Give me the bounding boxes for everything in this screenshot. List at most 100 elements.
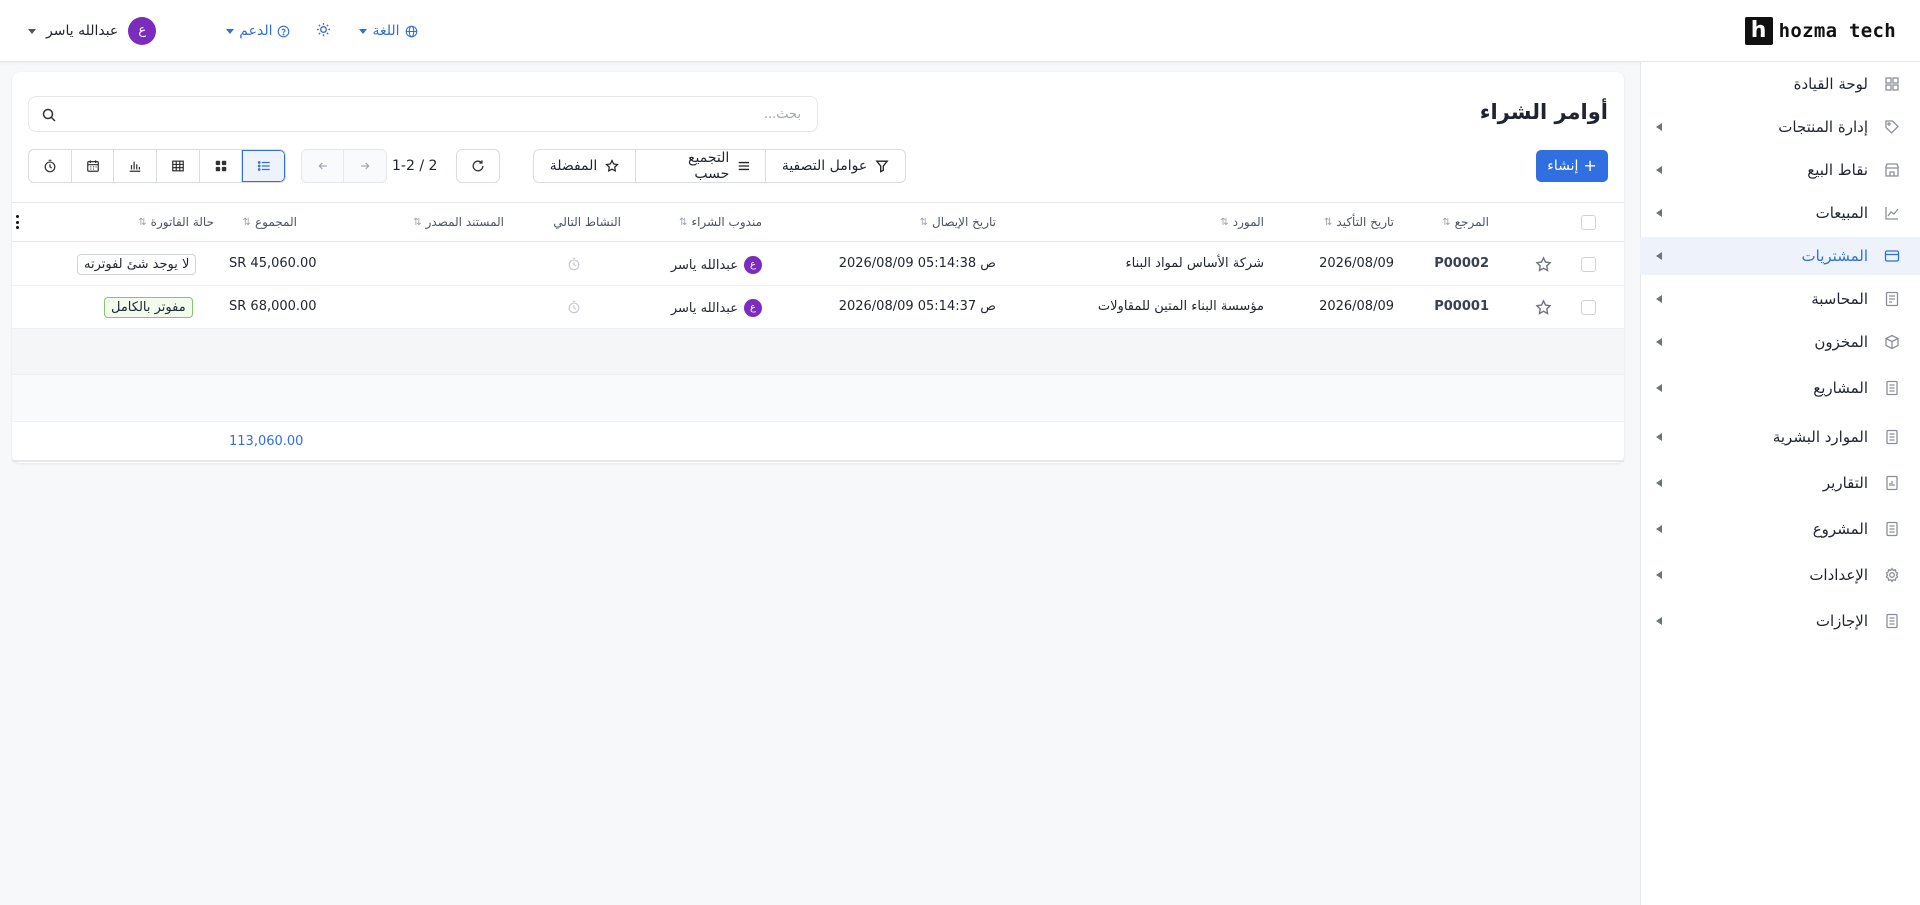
globe-icon <box>405 25 417 37</box>
caret-left-icon <box>1656 525 1662 533</box>
logo-mark: h <box>1744 17 1773 45</box>
calendar-icon <box>86 160 99 172</box>
row-checkbox[interactable] <box>1581 300 1596 315</box>
col-vendor[interactable]: المورد ⇅ <box>1220 215 1264 229</box>
sidebar-item-settings[interactable]: الإعدادات <box>1640 556 1920 594</box>
search-input[interactable] <box>77 97 817 131</box>
user-menu[interactable]: عبدالله ياسر ع <box>28 17 157 45</box>
sidebar-item-project[interactable]: المشروع <box>1640 510 1920 548</box>
favorites-button[interactable]: المفضلة <box>534 150 635 182</box>
cell-delivery-date: 2026/08/09 05:14:38 ص <box>838 256 996 271</box>
sidebar-item-label: المشاريع <box>1813 379 1868 397</box>
sidebar-item-label: إدارة المنتجات <box>1778 118 1868 136</box>
sidebar-item-hr[interactable]: الموارد البشرية <box>1640 418 1920 456</box>
prev-page-button[interactable] <box>302 150 345 182</box>
brand-logo[interactable]: h hozma tech <box>1744 17 1896 45</box>
language-label: اللغة <box>372 23 400 39</box>
view-pivot[interactable] <box>157 150 200 182</box>
sidebar-item-label: المبيعات <box>1815 204 1868 222</box>
star-icon[interactable] <box>1535 256 1552 273</box>
group-by-label: التجميع حسب <box>688 150 730 182</box>
next-page-button[interactable] <box>344 150 386 182</box>
sidebar-item-label: المخزون <box>1814 333 1868 351</box>
caret-left-icon <box>1656 479 1662 487</box>
buyer-name: عبدالله ياسر <box>670 300 738 316</box>
top-actions: عبدالله ياسر ع الدعم اللغة <box>28 17 418 45</box>
column-options-icon[interactable] <box>16 215 20 229</box>
group-by-button[interactable]: التجميع حسب <box>635 150 765 182</box>
col-label: تاريخ التأكيد <box>1336 215 1394 229</box>
star-icon <box>605 159 620 173</box>
sun-icon <box>317 22 331 36</box>
view-list[interactable] <box>242 150 285 182</box>
pager-text: 1-2 / 2 <box>392 158 438 174</box>
sidebar-item-inventory[interactable]: المخزون <box>1640 323 1920 361</box>
create-button[interactable]: + إنشاء <box>1536 150 1608 182</box>
sidebar-item-projects[interactable]: المشاريع <box>1640 369 1920 407</box>
view-activity[interactable] <box>29 150 72 182</box>
col-total[interactable]: المجموع ⇅ <box>243 215 297 229</box>
col-confirm-date[interactable]: تاريخ التأكيد ⇅ <box>1324 215 1394 229</box>
row-checkbox[interactable] <box>1581 257 1596 272</box>
cell-confirm-date: 2026/08/09 <box>1319 299 1394 314</box>
sidebar-item-accounting[interactable]: المحاسبة <box>1640 280 1920 318</box>
ledger-icon <box>1882 289 1902 309</box>
sidebar-item-dashboard[interactable]: لوحة القيادة <box>1640 65 1920 103</box>
logo-text: hozma tech <box>1778 20 1896 42</box>
view-calendar[interactable] <box>72 150 115 182</box>
col-buyer[interactable]: مندوب الشراء ⇅ <box>679 215 762 229</box>
table-row[interactable]: P00001 2026/08/09 مؤسسة البناء المتين لل… <box>12 286 1624 329</box>
sort-icon: ⇅ <box>138 216 147 228</box>
refresh-button[interactable] <box>456 149 500 183</box>
pager <box>301 149 387 183</box>
col-reference[interactable]: المرجع ⇅ <box>1442 215 1489 229</box>
cell-vendor: شركة الأساس لمواد البناء <box>1125 256 1264 271</box>
cell-buyer: ع عبدالله ياسر <box>671 299 762 317</box>
theme-toggle[interactable] <box>316 22 331 41</box>
sidebar-item-pos[interactable]: نقاط البيع <box>1640 151 1920 189</box>
store-icon <box>1882 160 1902 180</box>
empty-row <box>12 329 1624 375</box>
caret-left-icon <box>1656 166 1662 174</box>
sidebar-item-products[interactable]: إدارة المنتجات <box>1640 108 1920 146</box>
sidebar-item-reports[interactable]: التقارير <box>1640 464 1920 502</box>
select-all-checkbox[interactable] <box>1581 215 1596 230</box>
sidebar-item-label: المشتريات <box>1801 247 1868 265</box>
gear-icon <box>1882 565 1902 585</box>
cell-total: SR 68,000.00 <box>229 299 317 314</box>
col-invoice-status[interactable]: حالة الفاتورة ⇅ <box>138 215 214 229</box>
sidebar-item-sales[interactable]: المبيعات <box>1640 194 1920 232</box>
dashboard-icon <box>1882 74 1902 94</box>
favorites-label: المفضلة <box>549 158 598 174</box>
table-row[interactable]: P00002 2026/08/09 شركة الأساس لمواد البن… <box>12 243 1624 286</box>
create-label: إنشاء <box>1547 158 1579 174</box>
caret-left-icon <box>1656 252 1662 260</box>
star-icon[interactable] <box>1535 299 1552 316</box>
activity-clock-icon[interactable] <box>567 300 581 314</box>
trend-icon <box>1882 203 1902 223</box>
view-graph[interactable] <box>114 150 158 182</box>
col-source-doc[interactable]: المستند المصدر ⇅ <box>413 215 504 229</box>
view-kanban[interactable] <box>200 150 243 182</box>
status-badge: مفوتر بالكامل <box>104 297 193 318</box>
sidebar-item-leaves[interactable]: الإجازات <box>1640 602 1920 640</box>
search-box <box>28 96 818 132</box>
col-label: تاريخ الإيصال <box>932 215 996 229</box>
sidebar-item-purchases[interactable]: المشتريات <box>1640 237 1920 275</box>
sort-icon: ⇅ <box>1442 216 1451 228</box>
search-icon[interactable] <box>41 107 57 123</box>
sort-icon: ⇅ <box>919 216 928 228</box>
activity-clock-icon[interactable] <box>567 257 581 271</box>
col-label: المورد <box>1232 215 1264 229</box>
language-menu[interactable]: اللغة <box>359 23 417 39</box>
col-delivery-date[interactable]: تاريخ الإيصال ⇅ <box>920 215 996 229</box>
caret-left-icon <box>1656 123 1662 131</box>
col-label: المرجع <box>1454 215 1489 229</box>
filters-button[interactable]: عوامل التصفية <box>765 150 905 182</box>
sort-icon: ⇅ <box>1220 216 1229 228</box>
support-menu[interactable]: الدعم <box>226 23 290 39</box>
table-footer: 113,060.00 <box>12 422 1624 462</box>
refresh-icon <box>472 160 484 172</box>
col-next-activity[interactable]: النشاط التالي <box>553 215 621 229</box>
cell-reference: P00001 <box>1434 299 1489 314</box>
